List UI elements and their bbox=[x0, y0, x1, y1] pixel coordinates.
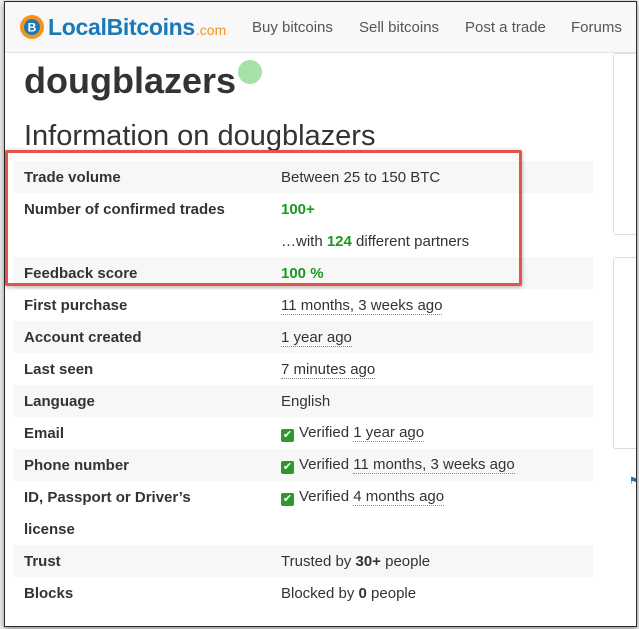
table-row-account-created: Account created 1 year ago bbox=[13, 321, 593, 353]
nav-forums[interactable]: Forums bbox=[571, 19, 622, 36]
first-purchase-time[interactable]: 11 months, 3 weeks ago bbox=[281, 296, 443, 315]
table-row-language: Language English bbox=[13, 385, 593, 417]
table-row-blocks: Blocks Blocked by 0 people bbox=[13, 577, 593, 609]
trust-count: 30+ bbox=[355, 552, 381, 570]
table-row-id: ID, Passport or Driver’s ✔ Verified 4 mon… bbox=[13, 481, 593, 513]
info-heading: Information on dougblazers bbox=[24, 120, 376, 152]
phone-verified-time[interactable]: 11 months, 3 weeks ago bbox=[353, 456, 515, 474]
sidebar-panel-bottom bbox=[613, 257, 636, 449]
username-heading: dougblazers bbox=[24, 60, 237, 101]
checkmark-icon: ✔ bbox=[281, 461, 294, 474]
row-label: First purchase bbox=[24, 296, 128, 314]
bitcoin-logo-icon: B bbox=[20, 15, 44, 39]
logo-suffix: .com bbox=[195, 22, 227, 38]
svg-text:B: B bbox=[28, 21, 37, 35]
annotation-highlight-box bbox=[5, 150, 522, 286]
online-status-indicator bbox=[238, 60, 262, 84]
account-created-time[interactable]: 1 year ago bbox=[281, 328, 352, 347]
nav-sell-bitcoins[interactable]: Sell bitcoins bbox=[359, 19, 439, 36]
row-label: Phone number bbox=[13, 449, 267, 481]
browser-frame: B LocalBitcoins .com Buy bitcoins Sell b… bbox=[4, 1, 637, 627]
language-value: English bbox=[267, 385, 593, 417]
logo-text: LocalBitcoins bbox=[48, 13, 195, 40]
row-label: Account created bbox=[13, 321, 267, 353]
table-row-first-purchase: First purchase 11 months, 3 weeks ago bbox=[13, 289, 593, 321]
row-label: Blocks bbox=[24, 584, 74, 602]
checkmark-icon: ✔ bbox=[281, 429, 294, 442]
table-row-email: Email ✔ Verified 1 year ago bbox=[13, 417, 593, 449]
trust-value: Trusted by 30+ people bbox=[267, 545, 593, 577]
table-row-last-seen: Last seen 7 minutes ago bbox=[13, 353, 593, 385]
email-verified-time[interactable]: 1 year ago bbox=[353, 424, 425, 442]
id-verified-time[interactable]: 4 months ago bbox=[353, 488, 445, 506]
row-label: license bbox=[24, 520, 75, 538]
table-row-phone: Phone number ✔ Verified 11 months, 3 week… bbox=[13, 449, 593, 481]
row-label: Email bbox=[24, 424, 65, 442]
nav-post-a-trade[interactable]: Post a trade bbox=[465, 19, 546, 36]
nav-buy-bitcoins[interactable]: Buy bitcoins bbox=[252, 19, 333, 36]
blocks-value: Blocked by 0 people bbox=[281, 584, 417, 602]
row-label: Last seen bbox=[24, 360, 94, 378]
blocks-count: 0 bbox=[358, 584, 367, 602]
row-label: Trust bbox=[13, 545, 267, 577]
flag-icon: ⚑ bbox=[629, 476, 636, 487]
table-row-id-continued: license bbox=[13, 513, 593, 545]
row-label: Language bbox=[13, 385, 267, 417]
last-seen-time[interactable]: 7 minutes ago bbox=[281, 360, 376, 379]
navbar: B LocalBitcoins .com Buy bitcoins Sell b… bbox=[5, 2, 636, 53]
site-logo[interactable]: B LocalBitcoins .com bbox=[19, 13, 226, 41]
row-label: ID, Passport or Driver’s bbox=[24, 488, 191, 506]
table-row-trust: Trust Trusted by 30+ people bbox=[13, 545, 593, 577]
sidebar-panel-top bbox=[613, 53, 636, 235]
checkmark-icon: ✔ bbox=[281, 493, 294, 506]
